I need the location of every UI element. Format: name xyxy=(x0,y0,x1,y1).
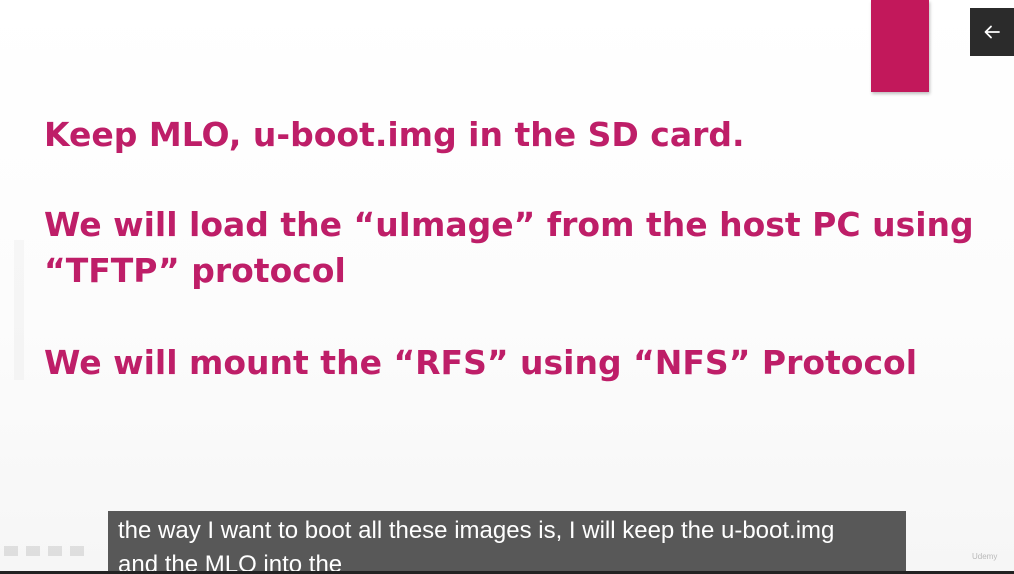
slide-line-2: We will load the “uImage” from the host … xyxy=(44,205,974,244)
brand-watermark: Udemy xyxy=(972,552,998,561)
faint-background-shape xyxy=(14,240,24,380)
slide-line-1: Keep MLO, u-boot.img in the SD card. xyxy=(44,115,745,154)
back-button[interactable] xyxy=(970,8,1014,56)
faint-slide-controls xyxy=(4,546,84,556)
arrow-left-icon xyxy=(984,25,1000,39)
faint-pen-icon xyxy=(26,546,40,556)
faint-menu-icon xyxy=(48,546,62,556)
caption-box: the way I want to boot all these images … xyxy=(108,511,906,574)
caption-text: the way I want to boot all these images … xyxy=(118,517,835,574)
slide-line-4: We will mount the “RFS” using “NFS” Prot… xyxy=(44,343,918,382)
slide-line-3: “TFTP” protocol xyxy=(44,251,346,290)
video-player[interactable]: Keep MLO, u-boot.img in the SD card. We … xyxy=(0,0,1014,574)
faint-forward-icon xyxy=(70,546,84,556)
slide-accent-bar xyxy=(871,0,929,92)
faint-back-icon xyxy=(4,546,18,556)
